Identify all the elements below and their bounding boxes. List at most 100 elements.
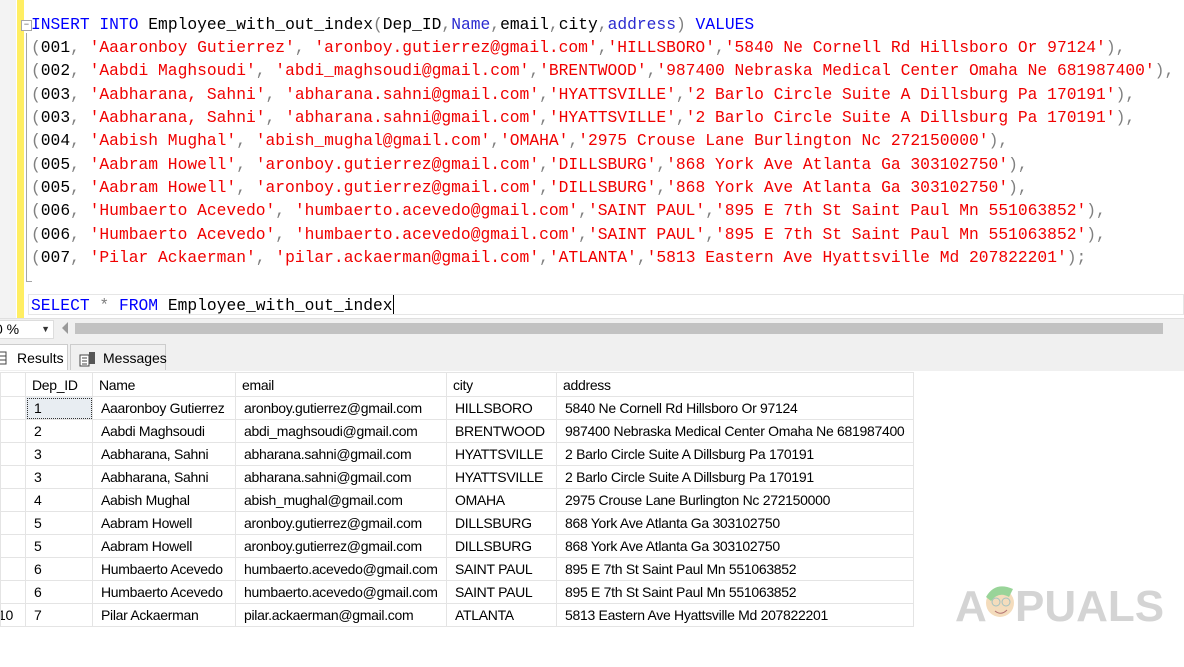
cell-city[interactable]: DILLSBURG <box>446 511 557 535</box>
cell-name[interactable]: Aabram Howell <box>92 534 236 558</box>
cell-email[interactable]: abdi_maghsoudi@gmail.com <box>235 419 447 443</box>
cell-address[interactable]: 5813 Eastern Ave Hyattsville Md 20782220… <box>556 603 914 627</box>
cell-email[interactable]: humbaerto.acevedo@gmail.com <box>235 557 447 581</box>
cell-name[interactable]: Aabdi Maghsoudi <box>92 419 236 443</box>
cell-dep-id[interactable]: 2 <box>25 419 93 443</box>
column-header-address[interactable]: address <box>556 372 914 397</box>
cell-name[interactable]: Aabish Mughal <box>92 488 236 512</box>
value-city: 'SAINT PAUL' <box>587 201 706 220</box>
cell-address[interactable]: 2 Barlo Circle Suite A Dillsburg Pa 1701… <box>556 442 914 466</box>
code-punct <box>109 296 119 315</box>
row-number[interactable]: 8 <box>0 557 26 581</box>
cell-city[interactable]: HYATTSVILLE <box>446 442 557 466</box>
cell-city[interactable]: DILLSBURG <box>446 534 557 558</box>
cell-dep-id[interactable]: 1 <box>25 396 93 420</box>
row-number[interactable]: 6 <box>0 511 26 535</box>
cell-email[interactable]: humbaerto.acevedo@gmail.com <box>235 580 447 604</box>
table-row[interactable]: 86Humbaerto Acevedohumbaerto.acevedo@gma… <box>0 557 914 581</box>
cell-email[interactable]: abharana.sahni@gmail.com <box>235 442 447 466</box>
cell-email[interactable]: aronboy.gutierrez@gmail.com <box>235 534 447 558</box>
cell-name[interactable]: Aaaronboy Gutierrez <box>92 396 236 420</box>
table-row[interactable]: 22Aabdi Maghsoudiabdi_maghsoudi@gmail.co… <box>0 419 914 443</box>
code-punct: , <box>656 155 667 174</box>
table-row[interactable]: 75Aabram Howellaronboy.gutierrez@gmail.c… <box>0 534 914 558</box>
column-header-city[interactable]: city <box>446 372 557 397</box>
cell-address[interactable]: 5840 Ne Cornell Rd Hillsboro Or 97124 <box>556 396 914 420</box>
cell-name[interactable]: Pilar Ackaerman <box>92 603 236 627</box>
table-row[interactable]: 54Aabish Mughalabish_mughal@gmail.comOMA… <box>0 488 914 512</box>
code-line-select: SELECT * FROM Employee_with_out_index <box>31 295 394 316</box>
results-grid[interactable]: Dep_IDNameemailcityaddress 11Aaaronboy G… <box>0 372 914 627</box>
cell-email[interactable]: abharana.sahni@gmail.com <box>235 465 447 489</box>
cell-city[interactable]: HYATTSVILLE <box>446 465 557 489</box>
cell-city[interactable]: SAINT PAUL <box>446 580 557 604</box>
row-number[interactable]: 1 <box>0 396 26 420</box>
cell-address[interactable]: 868 York Ave Atlanta Ga 303102750 <box>556 511 914 535</box>
cell-address[interactable]: 2 Barlo Circle Suite A Dillsburg Pa 1701… <box>556 465 914 489</box>
cell-name[interactable]: Aabharana, Sahni <box>92 442 236 466</box>
table-row[interactable]: 65Aabram Howellaronboy.gutierrez@gmail.c… <box>0 511 914 535</box>
cell-address[interactable]: 2975 Crouse Lane Burlington Nc 272150000 <box>556 488 914 512</box>
cell-email[interactable]: abish_mughal@gmail.com <box>235 488 447 512</box>
table-row[interactable]: 10 7Pilar Ackaermanpilar.ackaerman@gmail.… <box>0 603 914 627</box>
line-end: ), <box>1105 38 1126 57</box>
cell-email[interactable]: aronboy.gutierrez@gmail.com <box>235 511 447 535</box>
text-caret <box>392 295 394 314</box>
cell-city[interactable]: ATLANTA <box>446 603 557 627</box>
code-punct: , <box>70 225 90 244</box>
row-number[interactable]: 4 <box>0 465 26 489</box>
keyword: INTO <box>99 15 139 34</box>
tab-messages[interactable]: Messages <box>70 344 167 370</box>
column-header-name[interactable]: Name <box>92 372 236 397</box>
cell-email[interactable]: pilar.ackaerman@gmail.com <box>235 603 447 627</box>
cell-dep-id[interactable]: 7 <box>25 603 93 627</box>
cell-dep-id[interactable]: 6 <box>25 557 93 581</box>
value-address: '2 Barlo Circle Suite A Dillsburg Pa 170… <box>685 85 1116 104</box>
row-number[interactable]: 2 <box>0 419 26 443</box>
table-row[interactable]: 33Aabharana, Sahniabharana.sahni@gmail.c… <box>0 442 914 466</box>
cell-name[interactable]: Humbaerto Acevedo <box>92 580 236 604</box>
column-header-dep-id[interactable]: Dep_ID <box>25 372 93 397</box>
query-editor[interactable]: − INSERT INTO Employee_with_out_index(De… <box>0 0 1184 318</box>
code-punct: , <box>70 155 90 174</box>
cell-dep-id[interactable]: 5 <box>25 534 93 558</box>
cell-name[interactable]: Aabram Howell <box>92 511 236 535</box>
code-punct: ( <box>31 225 41 244</box>
row-number[interactable]: 9 <box>0 580 26 604</box>
cell-email[interactable]: aronboy.gutierrez@gmail.com <box>235 396 447 420</box>
row-number[interactable]: 5 <box>0 488 26 512</box>
value-email: 'abdi_maghsoudi@gmail.com' <box>275 61 530 80</box>
tab-results[interactable]: Results <box>0 344 68 370</box>
value-email: 'abharana.sahni@gmail.com' <box>285 85 540 104</box>
table-row[interactable]: 11Aaaronboy Gutierrezaronboy.gutierrez@g… <box>0 396 914 420</box>
table-row[interactable]: 43Aabharana, Sahniabharana.sahni@gmail.c… <box>0 465 914 489</box>
zoom-value: 0 % <box>0 321 20 337</box>
row-number[interactable]: 3 <box>0 442 26 466</box>
cell-dep-id[interactable]: 6 <box>25 580 93 604</box>
cell-address[interactable]: 895 E 7th St Saint Paul Mn 551063852 <box>556 557 914 581</box>
cell-address[interactable]: 868 York Ave Atlanta Ga 303102750 <box>556 534 914 558</box>
scroll-left-icon[interactable] <box>62 322 68 334</box>
cell-city[interactable]: HILLSBORO <box>446 396 557 420</box>
horizontal-scrollbar[interactable] <box>75 323 1163 334</box>
cell-name[interactable]: Humbaerto Acevedo <box>92 557 236 581</box>
column-header-email[interactable]: email <box>235 372 447 397</box>
cell-dep-id[interactable]: 3 <box>25 442 93 466</box>
appuals-watermark-logo: A PUALS <box>955 582 1164 627</box>
cell-address[interactable]: 895 E 7th St Saint Paul Mn 551063852 <box>556 580 914 604</box>
cell-dep-id[interactable]: 5 <box>25 511 93 535</box>
value-id: 001 <box>40 38 71 57</box>
cell-city[interactable]: OMAHA <box>446 488 557 512</box>
cell-city[interactable]: BRENTWOOD <box>446 419 557 443</box>
row-number[interactable]: 10 <box>0 603 26 627</box>
cell-city[interactable]: SAINT PAUL <box>446 557 557 581</box>
zoom-select[interactable]: 0 % ▼ <box>0 320 54 339</box>
line-end: ), <box>1154 61 1175 80</box>
table-row[interactable]: 96Humbaerto Acevedohumbaerto.acevedo@gma… <box>0 580 914 604</box>
cell-address[interactable]: 987400 Nebraska Medical Center Omaha Ne … <box>556 419 914 443</box>
cell-dep-id[interactable]: 4 <box>25 488 93 512</box>
cell-dep-id[interactable]: 3 <box>25 465 93 489</box>
row-number[interactable]: 7 <box>0 534 26 558</box>
code-line-values: (005, 'Aabram Howell', 'aronboy.gutierre… <box>31 178 1028 198</box>
cell-name[interactable]: Aabharana, Sahni <box>92 465 236 489</box>
